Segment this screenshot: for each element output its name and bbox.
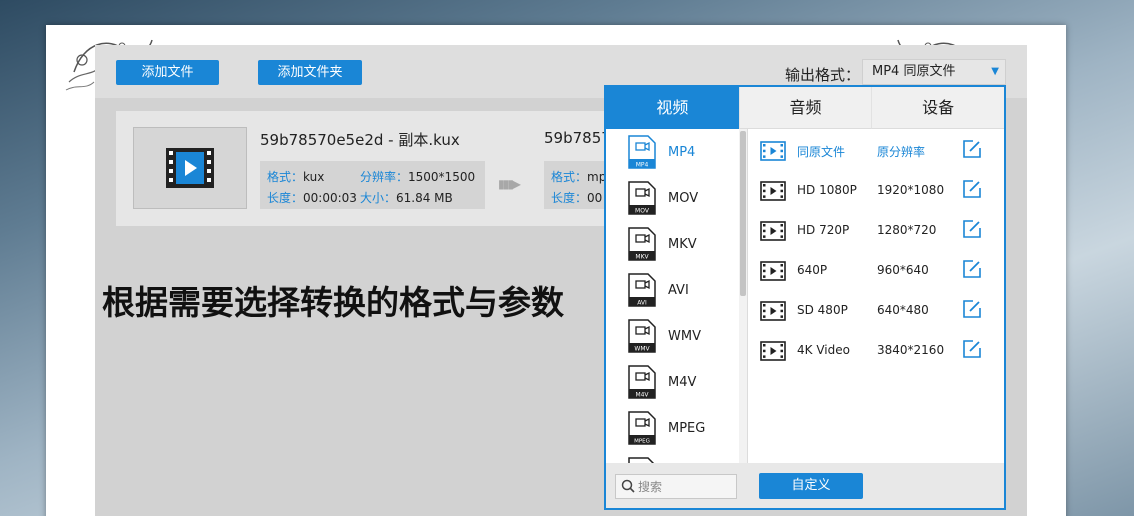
edit-icon[interactable] (962, 339, 982, 359)
preset-resolution: 原分辨率 (877, 145, 926, 159)
format-list-scrollbar[interactable] (739, 129, 747, 463)
format-badge-text: WMV (634, 346, 650, 353)
format-item-partial[interactable] (606, 453, 740, 463)
preset-name: HD 720P (797, 223, 850, 237)
add-folder-button[interactable]: 添加文件夹 (258, 60, 362, 85)
edit-icon[interactable] (962, 259, 982, 279)
info-value: 61.84 MB (396, 191, 453, 205)
tab-device[interactable]: 设备 (871, 87, 1005, 129)
target-file-name: 59b7857 (544, 129, 611, 147)
video-file-icon: MP4 (628, 135, 656, 169)
format-label: M4V (668, 375, 697, 390)
format-badge-text: MP4 (636, 162, 649, 169)
output-format-label: 输出格式： (785, 66, 861, 84)
format-badge-text: MKV (635, 254, 649, 261)
info-key: 大小： (360, 191, 397, 205)
convert-arrow-icon: ▮▮▮▶ (498, 177, 521, 191)
video-file-icon (166, 148, 214, 188)
tab-audio[interactable]: 音频 (738, 87, 872, 129)
format-list: MP4 MP4 MOV MOV MKV MKV AVI AVI WMV WMV … (606, 129, 748, 463)
format-tabs: 视频 音频 设备 (606, 87, 1005, 129)
preset-name: 640P (797, 263, 828, 277)
preset-name: SD 480P (797, 303, 848, 317)
format-label: MPEG (668, 421, 706, 436)
preset-row[interactable]: 640P 960*640 (748, 251, 1004, 291)
preset-resolution: 1920*1080 (877, 183, 945, 197)
preset-name: HD 1080P (797, 183, 857, 197)
source-file-name: 59b78570e5e2d - 副本.kux (260, 131, 460, 149)
scrollbar-thumb[interactable] (740, 131, 746, 296)
film-icon (760, 301, 786, 321)
info-value: 00:00:03 (303, 191, 357, 205)
caption-overlay: 根据需要选择转换的格式与参数 (102, 283, 564, 322)
preset-row[interactable]: SD 480P 640*480 (748, 291, 1004, 331)
info-key: 长度： (551, 191, 588, 205)
format-badge-text: MOV (635, 208, 650, 215)
info-value: kux (303, 170, 325, 184)
film-icon (760, 221, 786, 241)
film-icon (760, 141, 786, 161)
edit-icon[interactable] (962, 139, 982, 159)
preset-row[interactable]: HD 1080P 1920*1080 (748, 171, 1004, 211)
info-key: 格式： (267, 170, 304, 184)
video-file-icon: MPEG (628, 411, 656, 445)
search-icon (621, 479, 635, 493)
video-file-icon: MOV (628, 181, 656, 215)
info-value: 1500*1500 (408, 170, 476, 184)
format-label: AVI (668, 283, 689, 298)
add-file-button[interactable]: 添加文件 (116, 60, 219, 85)
preset-row[interactable]: 4K Video 3840*2160 (748, 331, 1004, 371)
preset-name: 4K Video (797, 343, 850, 357)
info-key: 分辨率： (360, 170, 409, 184)
preset-row[interactable]: HD 720P 1280*720 (748, 211, 1004, 251)
format-item-mp4[interactable]: MP4 MP4 (606, 131, 740, 177)
preset-name: 同原文件 (797, 145, 846, 159)
format-item-m4v[interactable]: M4V M4V (606, 361, 740, 407)
format-item-mkv[interactable]: MKV MKV (606, 223, 740, 269)
format-label: MP4 (668, 145, 696, 160)
search-box[interactable] (615, 474, 737, 499)
preset-resolution: 1280*720 (877, 223, 937, 237)
output-format-select[interactable]: MP4 同原文件 ▼ (862, 59, 1006, 85)
tab-video[interactable]: 视频 (606, 87, 739, 129)
film-icon (760, 261, 786, 281)
format-item-mov[interactable]: MOV MOV (606, 177, 740, 223)
output-format-value: MP4 同原文件 (872, 64, 956, 79)
preset-list: 同原文件 原分辨率 HD 1080P 1920*1080 HD 720P 128… (748, 129, 1004, 463)
format-badge-text: M4V (635, 392, 649, 399)
film-icon (760, 341, 786, 361)
chevron-down-icon: ▼ (991, 66, 999, 77)
info-value: 00 (587, 191, 603, 205)
video-file-icon: WMV (628, 319, 656, 353)
preset-resolution: 3840*2160 (877, 343, 945, 357)
preset-resolution: 640*480 (877, 303, 929, 317)
format-label: WMV (668, 329, 701, 344)
format-badge-text: AVI (637, 300, 647, 307)
video-file-icon: AVI (628, 273, 656, 307)
video-file-icon: M4V (628, 365, 656, 399)
format-item-avi[interactable]: AVI AVI (606, 269, 740, 315)
custom-button[interactable]: 自定义 (759, 473, 863, 499)
info-key: 格式： (551, 170, 588, 184)
video-file-icon: MKV (628, 227, 656, 261)
edit-icon[interactable] (962, 219, 982, 239)
format-badge-text: MPEG (634, 439, 650, 445)
format-panel: 视频 音频 设备 MP4 MP4 MOV MOV MKV MKV AVI AVI… (604, 85, 1006, 510)
file-card[interactable]: 59b78570e5e2d - 副本.kux 格式：kux 分辨率：1500*1… (116, 111, 684, 226)
format-item-mpeg[interactable]: MPEG MPEG (606, 407, 740, 453)
edit-icon[interactable] (962, 179, 982, 199)
film-icon (760, 181, 786, 201)
info-key: 长度： (267, 191, 304, 205)
preset-row[interactable]: 同原文件 原分辨率 (748, 131, 1004, 171)
preset-resolution: 960*640 (877, 263, 929, 277)
format-item-wmv[interactable]: WMV WMV (606, 315, 740, 361)
format-label: MKV (668, 237, 697, 252)
format-label: MOV (668, 191, 699, 206)
source-file-info: 格式：kux 分辨率：1500*1500 长度：00:00:03 大小：61.8… (260, 161, 485, 209)
video-thumbnail (133, 127, 247, 209)
search-input[interactable] (638, 477, 734, 496)
edit-icon[interactable] (962, 299, 982, 319)
panel-footer: 自定义 (606, 463, 1004, 508)
